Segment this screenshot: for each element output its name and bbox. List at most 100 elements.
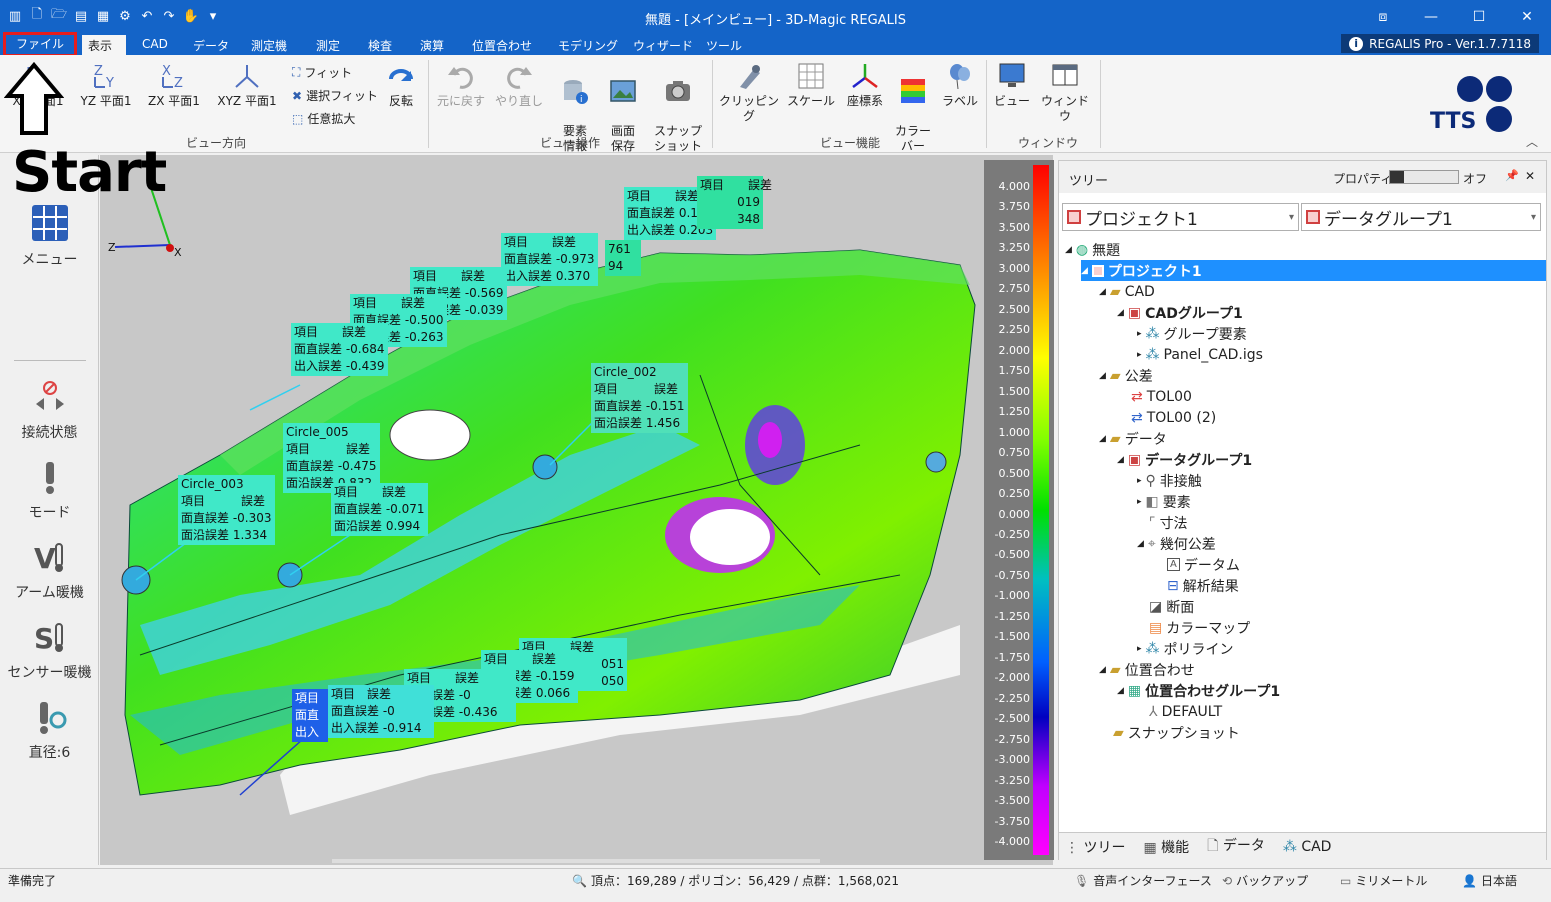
scale-button[interactable]: スケール bbox=[786, 61, 836, 109]
pin-icon[interactable]: 📌 bbox=[1505, 169, 1519, 182]
tab-view[interactable]: 表示 bbox=[82, 35, 126, 55]
tab-function[interactable]: ▦ 機能 bbox=[1143, 837, 1189, 857]
collapse-ribbon-icon[interactable]: ︿ bbox=[1526, 133, 1538, 150]
minimize-icon[interactable]: — bbox=[1407, 0, 1455, 33]
annotation-label[interactable]: 項目 誤差 面直誤差 -0 出入誤差 -0.914 bbox=[328, 685, 434, 738]
tree-panel: ツリー プロパティ オフ 📌 ✕ プロジェクト1 ▾ データグループ1 ▾ ◢ ◍… bbox=[1058, 160, 1547, 860]
language-button[interactable]: 👤 日本語 bbox=[1462, 872, 1517, 889]
save-screen-button[interactable]: 画面 保存 bbox=[602, 61, 644, 154]
diameter-button[interactable]: 直径:6 bbox=[0, 700, 99, 762]
tree-node[interactable]: ▸ ⁂ ポリライン bbox=[1137, 638, 1234, 659]
select-fit-icon: ✖ bbox=[292, 88, 303, 103]
mode-button[interactable]: モード bbox=[0, 460, 99, 522]
tree-node[interactable]: ⅄ DEFAULT bbox=[1149, 701, 1222, 722]
restore-ribbon-icon[interactable]: ⧈ bbox=[1359, 0, 1407, 33]
polyline-icon: ⁂ bbox=[1145, 640, 1160, 657]
tab-tree[interactable]: ⋮ ツリー bbox=[1065, 837, 1125, 857]
arm-warmup-button[interactable]: V アーム暖機 bbox=[0, 540, 99, 602]
close-icon[interactable]: ✕ bbox=[1503, 0, 1551, 33]
svg-text:Z: Z bbox=[108, 241, 116, 254]
tree-node[interactable]: ◢ ▣ CADグループ1 bbox=[1117, 302, 1243, 323]
tree-node[interactable]: ◢ ▰ CAD bbox=[1099, 281, 1155, 302]
label-button[interactable]: ラベル bbox=[940, 61, 980, 109]
redo-button[interactable]: やり直し bbox=[492, 61, 546, 109]
group-elements-icon: ⁂ bbox=[1145, 325, 1160, 342]
tab-alignment[interactable]: 位置合わせ bbox=[466, 35, 538, 55]
tree-node[interactable]: ◢ ▣ データグループ1 bbox=[1117, 449, 1252, 470]
tab-measure[interactable]: 測定 bbox=[310, 35, 346, 55]
tree-node[interactable]: ⇄ TOL00 bbox=[1131, 386, 1192, 407]
tab-cad[interactable]: CAD bbox=[136, 35, 174, 55]
select-fit-button[interactable]: ✖ 選択フィット bbox=[292, 87, 378, 104]
colorbar-tick-label: 2.000 bbox=[998, 343, 1031, 357]
connection-status-button[interactable]: 接続状態 bbox=[0, 380, 99, 442]
annotation-label-selected[interactable]: 項目 面直 出入 bbox=[292, 689, 328, 742]
zoom-any-button[interactable]: ⬚ 任意拡大 bbox=[292, 110, 355, 127]
flip-button[interactable]: 反転 bbox=[380, 61, 422, 109]
clipping-button[interactable]: クリッピング bbox=[718, 61, 780, 124]
tab-file[interactable]: ファイル bbox=[3, 32, 77, 57]
datagroup-icon: ▣ bbox=[1127, 451, 1142, 468]
tree-node[interactable]: ▸ ⁂ グループ要素 bbox=[1137, 323, 1247, 344]
zx-plane-button[interactable]: XZ ZX 平面1 bbox=[143, 61, 205, 109]
tree-node[interactable]: ⌜ 寸法 bbox=[1149, 512, 1188, 533]
undo-button[interactable]: 元に戻す bbox=[434, 61, 488, 109]
tree-node[interactable]: ▸ ◧ 要素 bbox=[1137, 491, 1191, 512]
tree-node[interactable]: ◢ ▰ 公差 bbox=[1099, 365, 1153, 386]
coordinate-system-button[interactable]: 座標系 bbox=[842, 61, 888, 109]
snapshot-button[interactable]: スナップ ショット bbox=[652, 61, 704, 154]
ribbon-separator bbox=[712, 60, 713, 148]
xyz-plane-button[interactable]: XYZ 平面1 bbox=[212, 61, 282, 109]
tab-modeling[interactable]: モデリング bbox=[552, 35, 624, 55]
tab-wizard[interactable]: ウィザード bbox=[627, 35, 699, 55]
tree-node[interactable]: ◢ ▰ データ bbox=[1099, 428, 1167, 449]
tab-data[interactable]: データ bbox=[187, 35, 235, 55]
close-panel-icon[interactable]: ✕ bbox=[1525, 169, 1535, 183]
annotation-label[interactable]: Circle_002 項目 誤差 面直誤差 -0.151 面沿誤差 1.456 bbox=[591, 363, 688, 433]
backup-button[interactable]: ⟲ バックアップ bbox=[1222, 872, 1308, 889]
tree-node[interactable]: ◪ 断面 bbox=[1149, 596, 1194, 617]
tree-node[interactable]: ◢ ▦ 位置合わせグループ1 bbox=[1117, 680, 1280, 701]
tab-compute[interactable]: 演算 bbox=[414, 35, 450, 55]
tab-data-panel[interactable]: 🗋 データ bbox=[1207, 835, 1265, 859]
view-button[interactable]: ビュー bbox=[992, 61, 1032, 109]
zx-axis-icon: XZ bbox=[162, 64, 183, 91]
annotation-label[interactable]: 項目 誤差 面直誤差 -0.071 面沿誤差 0.994 bbox=[331, 483, 428, 536]
tree-node[interactable]: A データム bbox=[1167, 554, 1240, 575]
tree-node[interactable]: ▰ スナップショット bbox=[1113, 722, 1240, 743]
tree-node[interactable]: ⊟ 解析結果 bbox=[1167, 575, 1239, 596]
tree-node[interactable]: ▸ ⁂ Panel_CAD.igs bbox=[1137, 344, 1263, 365]
project-combo[interactable]: プロジェクト1 ▾ bbox=[1062, 203, 1299, 231]
ribbon-separator bbox=[1100, 60, 1101, 148]
menu-button[interactable]: メニュー bbox=[0, 203, 99, 269]
annotation-label[interactable]: 761 94 bbox=[605, 240, 641, 276]
tree-icon: ⋮ bbox=[1065, 839, 1079, 856]
window-button[interactable]: ウィンドウ bbox=[1038, 61, 1092, 124]
tree-node[interactable]: ▸ ⚲ 非接触 bbox=[1137, 470, 1202, 491]
element-icon: ◧ bbox=[1145, 493, 1159, 510]
fit-button[interactable]: ⛶ フィット bbox=[292, 64, 352, 81]
annotation-label[interactable]: 項目 誤差 019 348 bbox=[697, 176, 772, 229]
property-toggle[interactable] bbox=[1389, 170, 1459, 184]
maximize-icon[interactable]: ☐ bbox=[1455, 0, 1503, 33]
voice-interface-button[interactable]: 🎙 音声インターフェース bbox=[1074, 872, 1212, 889]
sensor-warmup-button[interactable]: S センサー暖機 bbox=[0, 620, 99, 682]
left-panel: メニュー 接続状態 モード V アーム暖機 S センサー暖機 直径:6 bbox=[0, 155, 99, 865]
annotation-label[interactable]: 項目 誤差 面直誤差 -0.973 出入誤差 0.370 bbox=[501, 233, 598, 286]
unit-button[interactable]: ▭ ミリメートル bbox=[1340, 872, 1427, 889]
tab-tools[interactable]: ツール bbox=[700, 35, 748, 55]
tree-node[interactable]: ◢ ⌖ 幾何公差 bbox=[1137, 533, 1216, 554]
tree-node[interactable]: ▤ カラーマップ bbox=[1149, 617, 1250, 638]
tree-node-selected[interactable]: ◢ プロジェクト1 bbox=[1081, 260, 1546, 281]
yz-plane-button[interactable]: ZY YZ 平面1 bbox=[75, 61, 137, 109]
tree-node[interactable]: ⇄ TOL00 (2) bbox=[1131, 407, 1216, 428]
colorbar-button[interactable]: カラー バー bbox=[892, 61, 934, 154]
annotation-label[interactable]: Circle_003 項目 誤差 面直誤差 -0.303 面沿誤差 1.334 bbox=[178, 475, 275, 545]
tab-inspect[interactable]: 検査 bbox=[362, 35, 398, 55]
annotation-label[interactable]: 項目 誤差 面直誤差 -0.684 出入誤差 -0.439 bbox=[291, 323, 388, 376]
tab-machine[interactable]: 測定機 bbox=[245, 35, 293, 55]
tree-node[interactable]: ◢ ◍ 無題 bbox=[1065, 239, 1120, 260]
datagroup-combo[interactable]: データグループ1 ▾ bbox=[1301, 203, 1541, 231]
tree-node[interactable]: ◢ ▰ 位置合わせ bbox=[1099, 659, 1195, 680]
tab-cad-panel[interactable]: ⁂ CAD bbox=[1283, 839, 1332, 855]
